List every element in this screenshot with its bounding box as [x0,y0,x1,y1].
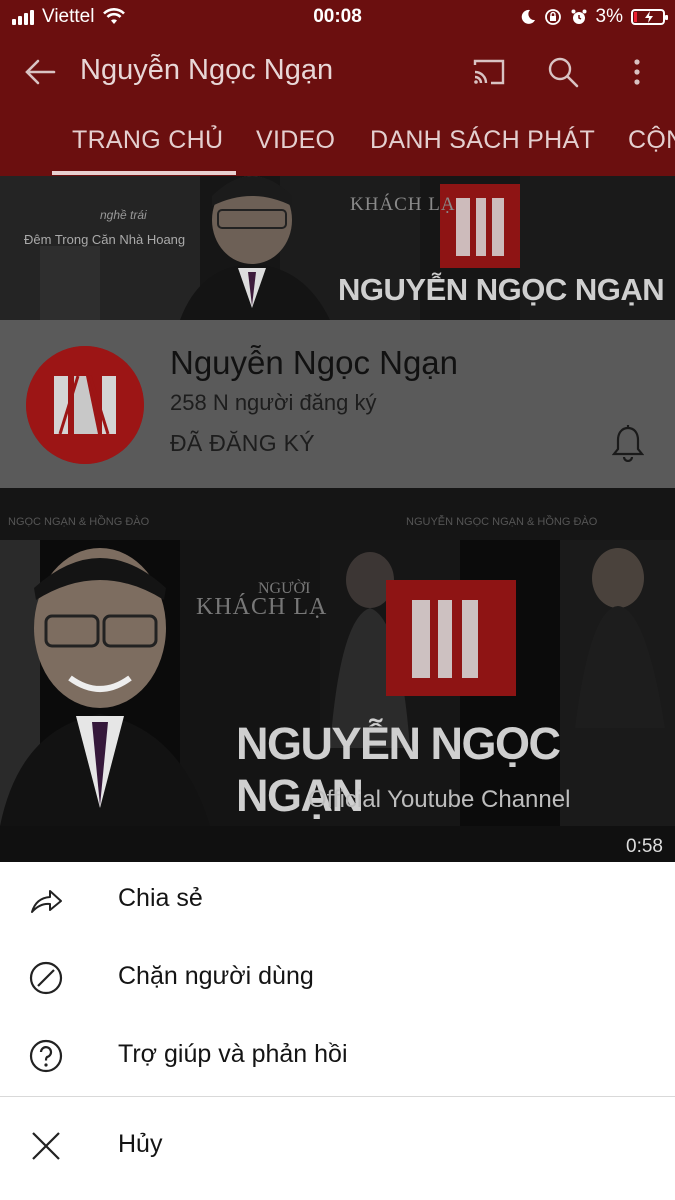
search-icon[interactable] [545,54,581,90]
cancel-label: Hủy [118,1130,163,1158]
help-icon [29,1039,63,1073]
tab-video[interactable]: VIDEO [256,126,335,155]
trailer-video[interactable]: NGỌC NGẠN & HỒNG ĐÀO NGUYỄN NGỌC NGẠN & … [0,488,675,862]
bell-icon[interactable] [612,424,644,462]
video-khach-la-text: KHÁCH LẠ [196,594,328,620]
channel-avatar[interactable] [26,346,144,464]
app-header: Nguyễn Ngọc Ngạn [0,36,675,108]
banner-small-text-1: Đêm Trong Căn Nhà Hoang [24,232,186,247]
channel-name: Nguyễn Ngọc Ngạn [170,344,459,381]
channel-info: Nguyễn Ngọc Ngạn 258 N người đăng ký ĐÃ … [0,320,675,488]
channel-banner: Đêm Trong Căn Nhà Hoang nghề trái KHÁCH … [0,176,675,320]
action-sheet: Chia sẻ Chặn người dùng Trợ giúp và phản… [0,862,675,1200]
back-arrow-icon[interactable] [22,54,58,90]
active-tab-indicator [52,171,236,175]
close-icon [32,1132,60,1160]
block-user-menu-item[interactable]: Chặn người dùng [0,940,675,1018]
banner-small-text-3: nghề trái [100,208,147,222]
alarm-icon [571,9,587,24]
tab-bar: TRANG CHỦ VIDEO DANH SÁCH PHÁT CỘN [0,108,675,176]
block-icon [29,961,63,995]
video-duration: 0:58 [626,836,663,857]
header-actions [471,54,655,90]
header-title: Nguyễn Ngọc Ngạn [80,54,334,86]
tab-community[interactable]: CỘN [628,126,675,155]
cast-icon[interactable] [471,54,507,90]
more-vert-icon[interactable] [619,54,655,90]
share-icon [31,890,62,913]
video-top-mid-text: NGUYỄN NGỌC NGẠN & HỒNG ĐÀO [406,516,598,528]
banner-channel-name: NGUYỄN NGỌC NGẠN [338,272,665,307]
app-screen: Viettel 00:08 3% Nguyễn Ngọc Ngạn TRANG … [0,0,675,1200]
moon-icon [521,9,535,24]
video-top-left-text: NGỌC NGẠN & HỒNG ĐÀO [8,516,150,528]
subscribed-button[interactable]: ĐÃ ĐĂNG KÝ [170,430,315,457]
subscriber-count: 258 N người đăng ký [170,390,377,415]
video-subtitle: Official Youtube Channel [308,786,571,813]
help-feedback-menu-item[interactable]: Trợ giúp và phản hồi [0,1018,675,1096]
sheet-divider [0,1096,675,1097]
tab-home[interactable]: TRANG CHỦ [72,126,223,155]
share-menu-item[interactable]: Chia sẻ [0,862,675,940]
cancel-menu-item[interactable]: Hủy [0,1108,675,1186]
help-feedback-label: Trợ giúp và phản hồi [118,1040,348,1068]
rotation-lock-icon [544,9,561,25]
block-user-label: Chặn người dùng [118,962,314,990]
banner-khach-la: KHÁCH LẠ [350,194,456,215]
status-right: 3% [520,6,668,28]
tab-playlists[interactable]: DANH SÁCH PHÁT [370,126,595,155]
battery-percent: 3% [595,6,623,27]
share-label: Chia sẻ [118,884,203,912]
battery-icon [631,9,668,25]
status-bar: Viettel 00:08 3% [0,0,675,36]
